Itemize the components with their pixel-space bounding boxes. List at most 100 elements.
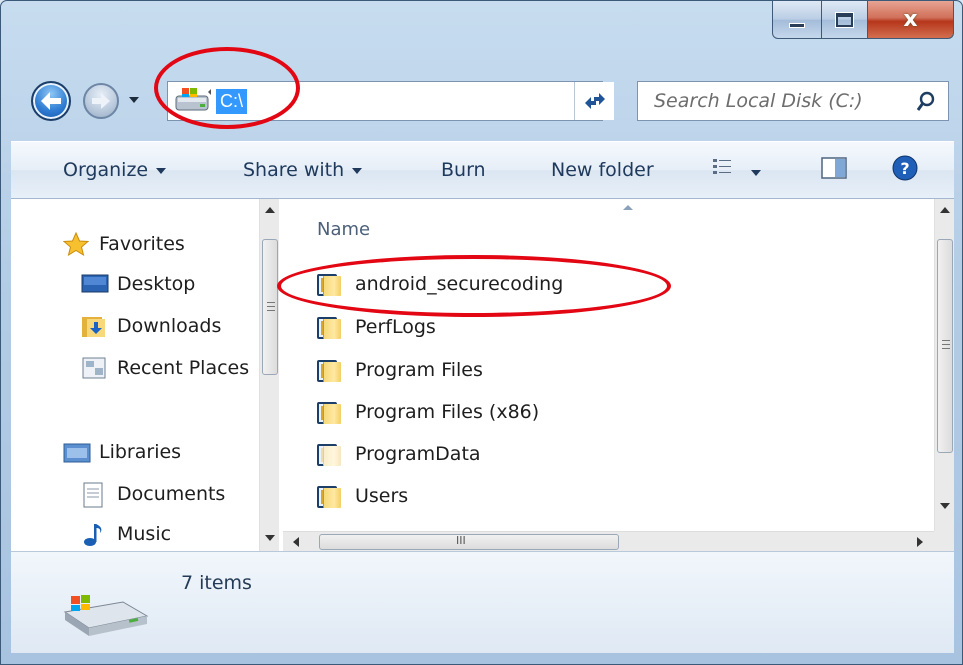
folder-icon — [317, 484, 341, 508]
address-path[interactable]: C:\ — [216, 88, 248, 114]
scroll-right-icon[interactable] — [917, 537, 923, 547]
recent-places-icon — [81, 356, 107, 380]
preview-pane-button[interactable] — [821, 156, 847, 185]
search-icon[interactable] — [916, 91, 936, 113]
close-button[interactable]: x — [868, 1, 954, 39]
folder-icon — [317, 315, 341, 339]
organize-label: Organize — [63, 159, 149, 181]
chevron-down-icon[interactable] — [751, 169, 762, 176]
nav-libraries[interactable]: Libraries — [63, 435, 283, 469]
list-item[interactable]: Users — [317, 478, 408, 514]
forward-arrow-icon — [92, 93, 110, 109]
nav-music[interactable]: Music — [81, 517, 283, 551]
list-item[interactable]: android_securecoding — [317, 266, 563, 302]
file-name: PerfLogs — [355, 316, 436, 338]
computer-drive-icon — [174, 86, 214, 116]
navigation-bar: C:\ — [1, 67, 962, 129]
list-item[interactable]: Program Files — [317, 352, 483, 388]
list-item[interactable]: ProgramData — [317, 436, 481, 472]
folder-icon — [317, 358, 341, 382]
explorer-window: x C:\ Search Local Disk (C:) Organize Sh… — [0, 0, 963, 665]
scrollbar-grip: III — [456, 534, 466, 547]
nav-downloads[interactable]: Downloads — [81, 309, 283, 343]
content-area: Favorites Desktop Downloads Recent Place… — [11, 199, 954, 551]
file-name: Users — [355, 485, 409, 507]
nav-music-label: Music — [117, 523, 172, 545]
preview-pane-icon — [821, 157, 847, 179]
list-item[interactable]: PerfLogs — [317, 309, 436, 345]
back-button[interactable] — [31, 81, 71, 121]
hidden-folder-icon — [317, 442, 341, 466]
scroll-down-icon[interactable] — [265, 535, 275, 541]
search-input[interactable] — [654, 90, 904, 112]
star-icon — [63, 231, 90, 257]
chevron-down-icon — [352, 167, 363, 174]
nav-libraries-label: Libraries — [99, 441, 182, 463]
file-list-hscrollbar[interactable]: III — [283, 531, 934, 551]
nav-favorites[interactable]: Favorites — [63, 227, 283, 261]
scrollbar-thumb[interactable] — [262, 239, 278, 375]
maximize-icon — [836, 12, 853, 27]
documents-icon — [81, 482, 107, 508]
scroll-corner — [934, 531, 954, 551]
nav-documents[interactable]: Documents — [81, 477, 251, 511]
search-box[interactable] — [637, 81, 949, 121]
folder-icon — [317, 272, 341, 296]
nav-pane-scrollbar[interactable] — [259, 199, 279, 551]
scrollbar-thumb[interactable]: III — [319, 534, 619, 550]
hard-drive-icon — [63, 595, 149, 636]
folder-icon — [317, 400, 341, 424]
nav-recent-places-label: Recent Places — [117, 357, 250, 379]
share-with-menu[interactable]: Share with — [243, 159, 363, 181]
new-folder-button[interactable]: New folder — [551, 159, 654, 181]
downloads-folder-icon — [81, 314, 107, 338]
scroll-up-icon[interactable] — [940, 207, 950, 213]
burn-button[interactable]: Burn — [441, 159, 486, 181]
chevron-down-icon — [156, 167, 167, 174]
help-button[interactable]: ? — [891, 154, 919, 187]
desktop-icon — [81, 272, 109, 296]
recent-pages-dropdown[interactable] — [129, 97, 139, 103]
music-note-icon — [81, 522, 107, 546]
nav-recent-places[interactable]: Recent Places — [81, 351, 251, 385]
file-list-vscrollbar[interactable] — [934, 199, 954, 531]
back-arrow-icon — [41, 92, 61, 110]
refresh-icon — [584, 93, 605, 109]
minimize-button[interactable] — [772, 1, 822, 39]
file-name: android_securecoding — [355, 273, 564, 295]
scroll-left-icon[interactable] — [293, 537, 299, 547]
scroll-down-icon[interactable] — [940, 503, 950, 509]
burn-label: Burn — [441, 159, 486, 181]
file-name: Program Files (x86) — [355, 401, 540, 423]
forward-button[interactable] — [83, 83, 119, 119]
caption-buttons: x — [772, 1, 954, 41]
new-folder-label: New folder — [551, 159, 654, 181]
close-icon: x — [903, 7, 918, 32]
share-with-label: Share with — [243, 159, 345, 181]
nav-desktop-label: Desktop — [117, 273, 196, 295]
scroll-up-icon[interactable] — [265, 207, 275, 213]
details-pane: 7 items — [11, 551, 954, 653]
nav-desktop[interactable]: Desktop — [81, 267, 283, 301]
nav-favorites-label: Favorites — [99, 233, 185, 255]
refresh-button[interactable] — [574, 82, 614, 120]
help-icon: ? — [892, 155, 918, 181]
address-bar[interactable]: C:\ — [167, 81, 603, 121]
column-header-name[interactable]: Name — [317, 219, 370, 240]
change-view-button[interactable] — [711, 156, 762, 183]
sort-ascending-icon — [623, 205, 633, 210]
file-list: Name android_securecoding PerfLogs Progr… — [283, 199, 954, 551]
view-list-icon — [713, 159, 731, 174]
organize-menu[interactable]: Organize — [63, 159, 167, 181]
command-bar: Organize Share with Burn New folder ? — [11, 141, 954, 199]
maximize-button[interactable] — [822, 1, 868, 39]
libraries-icon — [63, 440, 91, 464]
list-item[interactable]: Program Files (x86) — [317, 394, 539, 430]
item-count: 7 items — [181, 572, 252, 594]
minimize-icon — [789, 23, 805, 28]
navigation-pane: Favorites Desktop Downloads Recent Place… — [11, 199, 283, 551]
nav-documents-label: Documents — [117, 483, 226, 505]
file-name: ProgramData — [355, 443, 481, 465]
nav-downloads-label: Downloads — [117, 315, 222, 337]
scrollbar-thumb[interactable] — [937, 239, 953, 453]
